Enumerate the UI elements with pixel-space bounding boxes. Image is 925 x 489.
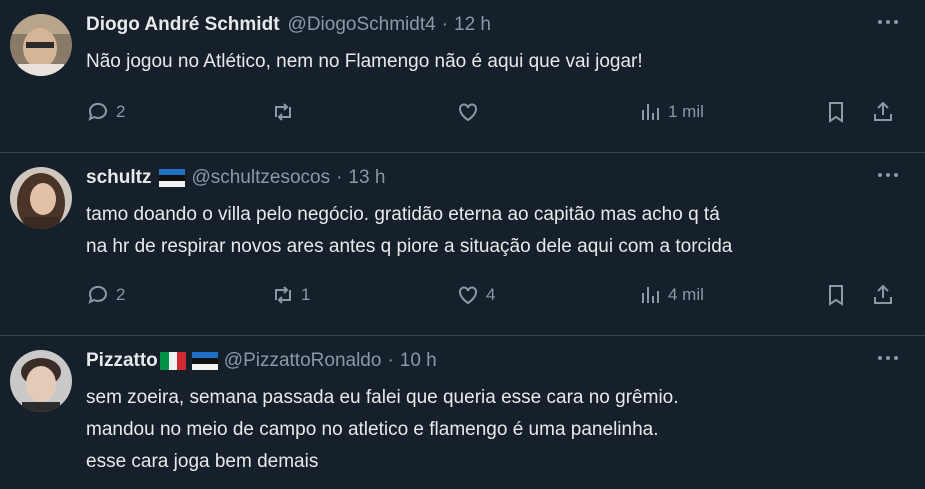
bookmark-icon	[829, 102, 843, 123]
more-icon[interactable]	[873, 10, 903, 34]
more-icon[interactable]	[873, 346, 903, 370]
avatar[interactable]	[10, 167, 72, 229]
views-button[interactable]: 1 mil	[638, 97, 704, 127]
timestamp[interactable]: 13 h	[348, 167, 385, 189]
author-handle[interactable]: @PizzattoRonaldo	[224, 350, 382, 372]
tweet-text-line: Não jogou no Atlético, nem no Flamengo n…	[86, 51, 643, 72]
timestamp[interactable]: 12 h	[454, 14, 491, 36]
views-button[interactable]: 4 mil	[638, 280, 704, 310]
share-button[interactable]	[871, 97, 895, 127]
bookmark-icon	[829, 285, 843, 306]
like-button[interactable]: 4	[456, 280, 495, 310]
author-handle[interactable]: @DiogoSchmidt4	[288, 14, 436, 36]
retweet-count: 1	[301, 285, 311, 304]
estonia-flag-icon	[191, 352, 218, 370]
share-icon	[874, 101, 892, 121]
retweet-button[interactable]	[271, 97, 295, 127]
tweet-text-line: tamo doando o villa pelo negócio. gratid…	[86, 204, 720, 225]
reply-count: 2	[116, 285, 126, 304]
tweet-text: sem zoeira, semana passada eu falei que …	[86, 382, 895, 478]
retweet-button[interactable]: 1	[271, 280, 310, 310]
reply-icon	[88, 285, 107, 304]
tweet-text-line: esse cara joga bem demais	[86, 451, 319, 472]
views-icon	[642, 104, 659, 120]
tweet-text-line: na hr de respirar novos ares antes q pio…	[86, 236, 733, 257]
author-handle[interactable]: @schultzesocos	[191, 167, 330, 189]
separator-dot: ·	[387, 350, 394, 371]
like-count: 4	[486, 285, 496, 304]
like-icon	[459, 103, 477, 122]
tweet-1[interactable]: Diogo André Schmidt @DiogoSchmidt4 · 12 …	[0, 0, 925, 153]
tweet-text: tamo doando o villa pelo negócio. gratid…	[86, 199, 895, 263]
avatar[interactable]	[10, 350, 72, 412]
bookmark-button[interactable]	[824, 280, 848, 310]
tweet-3[interactable]: Pizzatto @PizzattoRonaldo · 10 h sem zoe…	[0, 336, 925, 489]
reply-button[interactable]: 2	[86, 280, 125, 310]
views-icon	[642, 287, 659, 303]
tweet-text-line: sem zoeira, semana passada eu falei que …	[86, 387, 679, 408]
author-name[interactable]: Pizzatto	[86, 350, 158, 372]
separator-dot: ·	[336, 167, 343, 188]
bookmark-button[interactable]	[824, 97, 848, 127]
tweet-2[interactable]: schultz @schultzesocos · 13 h tamo doand…	[0, 153, 925, 336]
share-icon	[874, 284, 892, 304]
reply-icon	[88, 102, 107, 121]
views-count: 1 mil	[668, 102, 704, 121]
reply-button[interactable]: 2	[86, 97, 125, 127]
retweet-icon	[275, 286, 291, 304]
reply-count: 2	[116, 102, 126, 121]
like-button[interactable]	[456, 97, 480, 127]
action-bar: 2 1 mil	[86, 97, 905, 127]
like-icon	[459, 286, 477, 305]
retweet-icon	[275, 103, 291, 121]
avatar[interactable]	[10, 14, 72, 76]
author-name[interactable]: Diogo André Schmidt	[86, 14, 280, 36]
views-count: 4 mil	[668, 285, 704, 304]
tweet-text: Não jogou no Atlético, nem no Flamengo n…	[86, 46, 895, 78]
more-icon[interactable]	[873, 163, 903, 187]
action-bar: 2 1 4 4 mil	[86, 280, 905, 310]
timestamp[interactable]: 10 h	[400, 350, 437, 372]
author-name[interactable]: schultz	[86, 167, 151, 189]
share-button[interactable]	[871, 280, 895, 310]
tweet-text-line: mandou no meio de campo no atletico e fl…	[86, 419, 659, 440]
italy-flag-icon	[159, 352, 186, 370]
separator-dot: ·	[441, 14, 448, 35]
estonia-flag-icon	[159, 169, 186, 187]
